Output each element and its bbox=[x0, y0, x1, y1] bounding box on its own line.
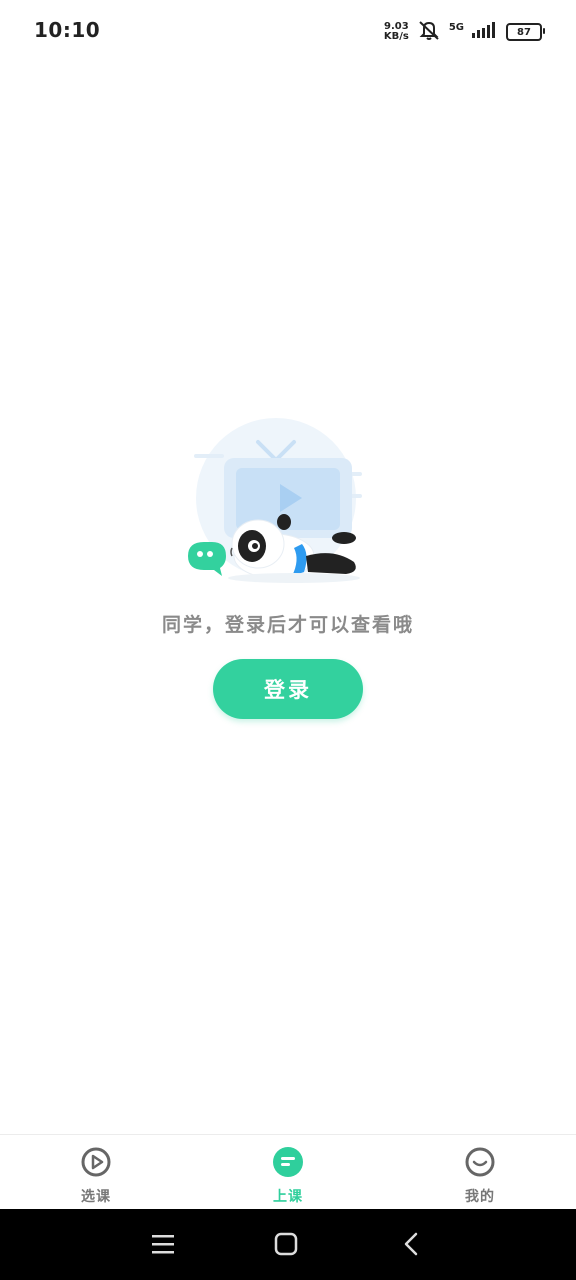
back-icon[interactable] bbox=[396, 1229, 426, 1259]
network-speed-unit: KB/s bbox=[383, 31, 409, 42]
class-list-icon bbox=[272, 1146, 304, 1182]
bottom-tab-bar: 选课 上课 我的 bbox=[0, 1134, 576, 1210]
network-type: 5G bbox=[448, 21, 464, 33]
tab-attend-class[interactable]: 上课 bbox=[192, 1135, 384, 1210]
tab-me[interactable]: 我的 bbox=[384, 1135, 576, 1210]
network-speed: 9.03 KB/s bbox=[384, 22, 409, 42]
empty-state-message: 同学，登录后才可以查看哦 bbox=[161, 614, 414, 636]
login-button[interactable]: 登录 bbox=[213, 659, 363, 719]
mute-icon bbox=[417, 19, 441, 45]
system-nav-bar bbox=[0, 1209, 576, 1280]
play-circle-icon bbox=[80, 1146, 112, 1182]
home-icon[interactable] bbox=[271, 1229, 301, 1259]
battery-icon: 87 bbox=[506, 23, 545, 41]
signal-icon bbox=[472, 22, 498, 42]
panda-lying-tv-illustration bbox=[184, 414, 384, 590]
status-time: 10:10 bbox=[34, 18, 101, 42]
menu-icon[interactable] bbox=[148, 1229, 178, 1259]
tab-select-course[interactable]: 选课 bbox=[0, 1135, 192, 1210]
tab-label: 上课 bbox=[273, 1189, 303, 1205]
battery-level: 87 bbox=[517, 26, 531, 38]
smile-face-icon bbox=[464, 1146, 496, 1182]
status-icons: 9.03 KB/s 5G 87 bbox=[384, 18, 545, 46]
status-bar: 10:10 9.03 KB/s 5G 87 bbox=[0, 0, 576, 62]
tab-label: 我的 bbox=[465, 1189, 495, 1205]
tab-label: 选课 bbox=[81, 1189, 111, 1205]
